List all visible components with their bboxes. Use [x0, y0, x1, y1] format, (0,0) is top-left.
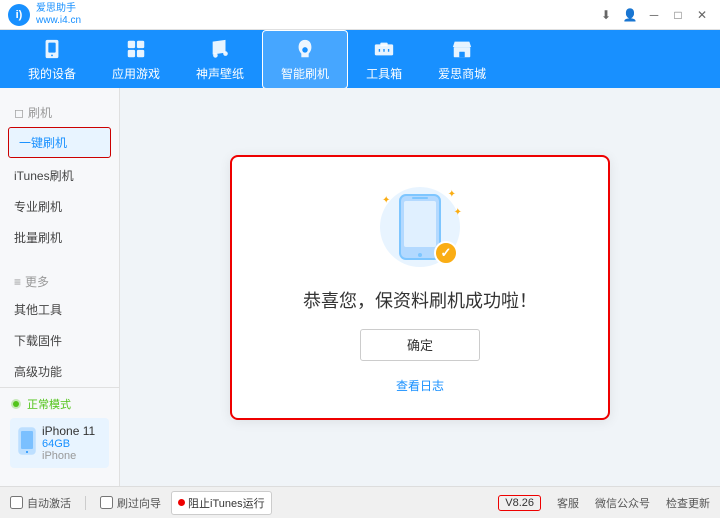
itunes-stop-button[interactable]: 阻止iTunes运行 [171, 491, 272, 515]
top-navigation: 我的设备 应用游戏 神声壁纸 智能刷机 工具箱 爱思商城 [0, 30, 720, 88]
sparkle-1: ✦ [448, 189, 456, 200]
confirm-button[interactable]: 确定 [360, 329, 480, 361]
nav-apps-games[interactable]: 应用游戏 [94, 31, 178, 88]
support-link[interactable]: 客服 [557, 495, 579, 511]
window-controls: ⬇ 👤 ─ □ ✕ [596, 5, 712, 25]
device-icon [40, 37, 64, 61]
redirect-checkbox[interactable]: 刷过向导 [100, 495, 161, 511]
user-icon[interactable]: 👤 [620, 5, 640, 25]
nav-store[interactable]: 爱思商城 [420, 31, 504, 88]
sidebar-section-flash: ◻ 刷机 [0, 98, 119, 125]
red-dot-icon [178, 499, 185, 506]
main-layout: ◻ 刷机 一键刷机 iTunes刷机 专业刷机 批量刷机 ≡ 更多 其他工具 下… [0, 88, 720, 486]
main-content: ✓ ✦ ✦ ✦ 恭喜您，保资料刷机成功啦！ 确定 查看日志 [120, 88, 720, 486]
sidebar-item-other-tools[interactable]: 其他工具 [0, 294, 119, 325]
sidebar-item-batch-flash[interactable]: 批量刷机 [0, 222, 119, 253]
sidebar-item-one-key-flash[interactable]: 一键刷机 [8, 127, 111, 158]
titlebar: i) 爱思助手 www.i4.cn ⬇ 👤 ─ □ ✕ [0, 0, 720, 30]
auto-activate-checkbox[interactable]: 自动激活 [10, 495, 71, 511]
maximize-button[interactable]: □ [668, 5, 688, 25]
success-title: 恭喜您，保资料刷机成功啦！ [303, 287, 537, 313]
minimize-button[interactable]: ─ [644, 5, 664, 25]
device-info-card[interactable]: iPhone 11 64GB iPhone [10, 418, 109, 468]
success-dialog: ✓ ✦ ✦ ✦ 恭喜您，保资料刷机成功啦！ 确定 查看日志 [230, 155, 610, 420]
iphone-icon [18, 427, 36, 460]
auto-activate-input[interactable] [10, 496, 23, 509]
app-logo: i) 爱思助手 www.i4.cn [8, 3, 81, 27]
sidebar: ◻ 刷机 一键刷机 iTunes刷机 专业刷机 批量刷机 ≡ 更多 其他工具 下… [0, 88, 120, 486]
nav-smart-flash-label: 智能刷机 [281, 65, 329, 82]
nav-my-device-label: 我的设备 [28, 65, 76, 82]
ringtone-icon [208, 37, 232, 61]
sidebar-section-more: ≡ 更多 [0, 265, 119, 294]
wechat-link[interactable]: 微信公众号 [595, 495, 650, 511]
nav-ringtones[interactable]: 神声壁纸 [178, 31, 262, 88]
itunes-stop-section: 阻止iTunes运行 [171, 491, 272, 515]
device-mode: 正常模式 [10, 396, 109, 412]
sidebar-bottom: 正常模式 iPhone 11 64GB iPhone [0, 387, 119, 476]
bottombar-left: 自动激活 刷过向导 [10, 495, 161, 511]
version-badge: V8.26 [498, 495, 541, 511]
check-update-link[interactable]: 检查更新 [666, 495, 710, 511]
nav-smart-flash[interactable]: 智能刷机 [262, 30, 348, 89]
sparkle-3: ✦ [454, 207, 462, 218]
redirect-input[interactable] [100, 496, 113, 509]
flash-icon [293, 37, 317, 61]
logo-text: 爱思助手 www.i4.cn [36, 3, 81, 27]
view-log-link[interactable]: 查看日志 [396, 377, 444, 394]
apps-icon [124, 37, 148, 61]
phone-illustration: ✓ ✦ ✦ ✦ [380, 187, 460, 267]
sidebar-item-pro-flash[interactable]: 专业刷机 [0, 191, 119, 222]
close-button[interactable]: ✕ [692, 5, 712, 25]
sparkle-2: ✦ [382, 195, 390, 206]
bottombar: 自动激活 刷过向导 阻止iTunes运行 V8.26 客服 微信公众号 检查更新 [0, 486, 720, 518]
check-badge: ✓ [434, 241, 458, 265]
sidebar-item-download-firmware[interactable]: 下载固件 [0, 325, 119, 356]
sidebar-item-advanced[interactable]: 高级功能 [0, 356, 119, 387]
bottom-divider-1 [85, 496, 86, 510]
sidebar-item-itunes-flash[interactable]: iTunes刷机 [0, 160, 119, 191]
logo-icon: i) [8, 4, 30, 26]
nav-ringtones-label: 神声壁纸 [196, 65, 244, 82]
nav-my-device[interactable]: 我的设备 [10, 31, 94, 88]
download-icon[interactable]: ⬇ [596, 5, 616, 25]
device-text: iPhone 11 64GB iPhone [42, 424, 95, 462]
store-icon [450, 37, 474, 61]
tools-icon [372, 37, 396, 61]
bottombar-right: V8.26 客服 微信公众号 检查更新 [498, 495, 710, 511]
nav-toolbox-label: 工具箱 [366, 65, 402, 82]
nav-store-label: 爱思商城 [438, 65, 486, 82]
nav-toolbox[interactable]: 工具箱 [348, 31, 420, 88]
nav-apps-games-label: 应用游戏 [112, 65, 160, 82]
